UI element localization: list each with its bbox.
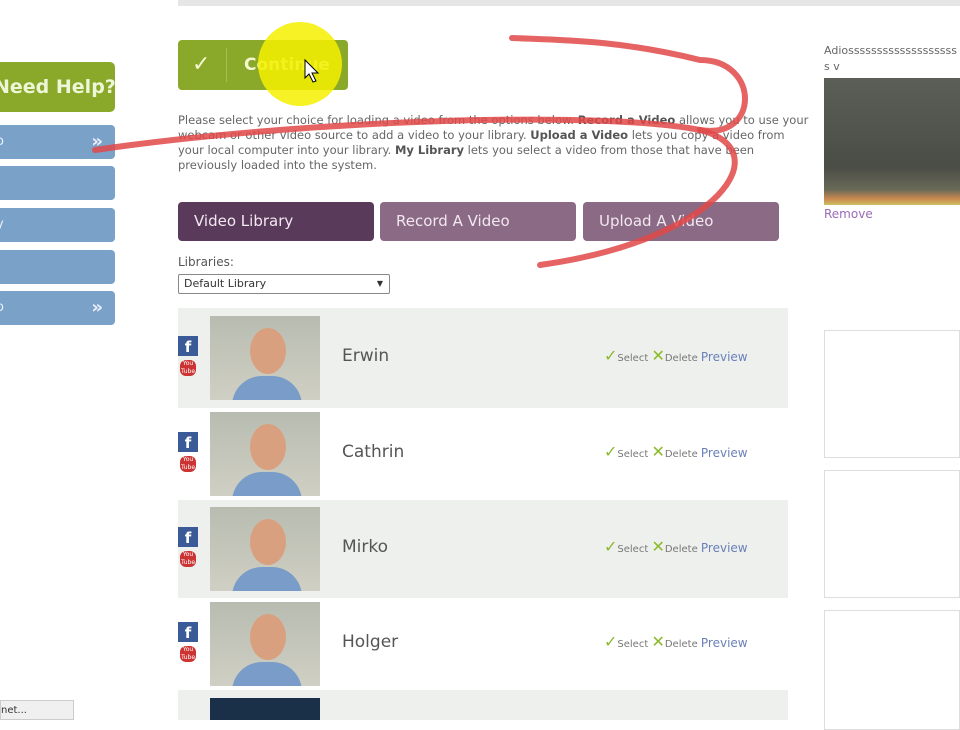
libraries-label: Libraries: — [178, 255, 234, 269]
checkmark-icon: ✓ — [604, 442, 618, 461]
select-action[interactable]: ✓Select — [604, 346, 648, 365]
delete-action[interactable]: ✕Delete — [651, 346, 697, 365]
sidebar-item-label: y — [0, 208, 4, 242]
x-icon: ✕ — [651, 442, 665, 461]
video-list-item: f You Tube Holger ✓Select ✕Delete Previe… — [178, 598, 788, 690]
video-name: Holger — [342, 632, 399, 652]
sidebar-item-label: o — [0, 291, 4, 325]
checkmark-icon: ✓ — [192, 52, 211, 77]
x-icon: ✕ — [651, 632, 665, 651]
select-action[interactable]: ✓Select — [604, 537, 648, 556]
sidebar-item-1[interactable]: o» — [0, 125, 115, 159]
video-list-item: f You Tube Mirko ✓Select ✕Delete Preview — [178, 500, 788, 598]
youtube-icon[interactable]: You Tube — [180, 456, 196, 472]
sidebar-item-2[interactable] — [0, 166, 115, 200]
video-list-item: f You Tube Erwin ✓Select ✕Delete Preview — [178, 308, 788, 408]
selected-video-thumbnail — [824, 78, 960, 205]
preview-link[interactable]: Preview — [701, 636, 748, 650]
sidebar-item-3[interactable]: y — [0, 208, 115, 242]
select-action[interactable]: ✓Select — [604, 632, 648, 651]
preview-link[interactable]: Preview — [701, 446, 748, 460]
sidebar-item-label: o — [0, 125, 4, 159]
x-icon: ✕ — [651, 537, 665, 556]
tab-upload-video[interactable]: Upload A Video — [583, 202, 779, 241]
instructions-text: Please select your choice for loading a … — [178, 113, 809, 172]
library-select[interactable]: Default Library ▼ — [178, 274, 390, 294]
youtube-icon[interactable]: You Tube — [180, 551, 196, 567]
preview-link[interactable]: Preview — [701, 541, 748, 555]
list-item-partial — [178, 690, 788, 720]
selected-video-title: Adiossssssssssssssssssss v — [824, 44, 957, 73]
facebook-icon[interactable]: f — [178, 432, 198, 452]
video-thumbnail[interactable] — [210, 507, 320, 591]
video-name: Erwin — [342, 346, 390, 366]
video-thumbnail[interactable] — [210, 602, 320, 686]
empty-slot — [824, 610, 960, 730]
continue-button[interactable]: ✓ Continue — [178, 40, 348, 90]
tab-record-video[interactable]: Record A Video — [380, 202, 576, 241]
video-actions: ✓Select ✕Delete Preview — [604, 442, 748, 461]
video-thumbnail[interactable] — [210, 412, 320, 496]
video-thumbnail[interactable] — [210, 316, 320, 400]
bottom-button[interactable]: net... — [0, 700, 74, 720]
empty-slot — [824, 330, 960, 458]
youtube-icon[interactable]: You Tube — [180, 360, 196, 376]
video-name: Cathrin — [342, 442, 405, 462]
video-name: Mirko — [342, 537, 389, 557]
dropdown-arrow-icon: ▼ — [376, 279, 383, 288]
delete-action[interactable]: ✕Delete — [651, 442, 697, 461]
continue-label: Continue — [244, 55, 330, 75]
video-actions: ✓Select ✕Delete Preview — [604, 537, 748, 556]
video-actions: ✓Select ✕Delete Preview — [604, 346, 748, 365]
facebook-icon[interactable]: f — [178, 336, 198, 356]
delete-action[interactable]: ✕Delete — [651, 632, 697, 651]
tab-video-library[interactable]: Video Library — [178, 202, 374, 241]
checkmark-icon: ✓ — [604, 537, 618, 556]
checkmark-icon: ✓ — [604, 346, 618, 365]
select-action[interactable]: ✓Select — [604, 442, 648, 461]
youtube-icon[interactable]: You Tube — [180, 646, 196, 662]
double-chevron-icon: » — [91, 297, 103, 318]
sidebar-item-5[interactable]: o» — [0, 291, 115, 325]
top-bar — [178, 0, 960, 6]
need-help-button[interactable]: Need Help? — [0, 62, 115, 112]
x-icon: ✕ — [651, 346, 665, 365]
facebook-icon[interactable]: f — [178, 622, 198, 642]
preview-link[interactable]: Preview — [701, 350, 748, 364]
empty-slot — [824, 470, 960, 598]
video-list-item: f You Tube Cathrin ✓Select ✕Delete Previ… — [178, 408, 788, 500]
sidebar-item-4[interactable] — [0, 250, 115, 284]
remove-link[interactable]: Remove — [824, 207, 873, 221]
double-chevron-icon: » — [91, 131, 103, 152]
facebook-icon[interactable]: f — [178, 527, 198, 547]
checkmark-icon: ✓ — [604, 632, 618, 651]
delete-action[interactable]: ✕Delete — [651, 537, 697, 556]
video-actions: ✓Select ✕Delete Preview — [604, 632, 748, 651]
